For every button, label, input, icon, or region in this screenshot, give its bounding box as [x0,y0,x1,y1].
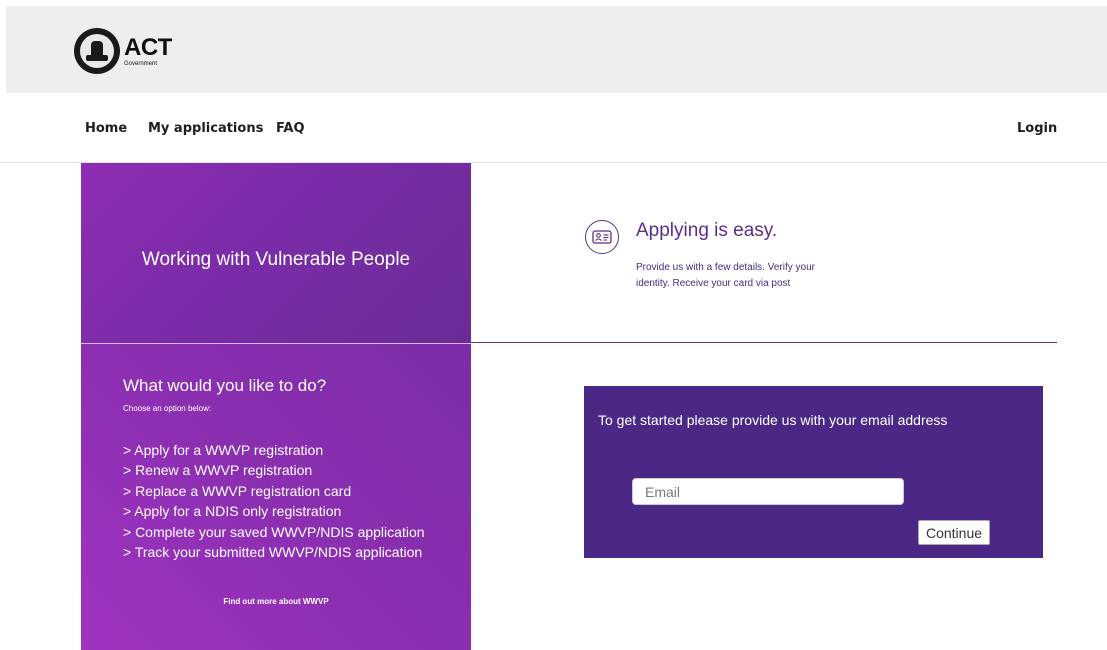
crest-icon [74,28,120,74]
intro-title: Applying is easy. [636,220,778,241]
option-apply-wwvp[interactable]: > Apply for a WWVP registration [123,440,425,460]
find-out-more-link[interactable]: Find out more about WWVP [81,597,471,606]
email-prompt: To get started please provide us with yo… [598,412,948,428]
email-field[interactable] [632,478,904,505]
hero-panel: Working with Vulnerable People [81,163,471,343]
options-list: > Apply for a WWVP registration > Renew … [123,440,425,562]
header-bar: ACT Government [6,6,1107,93]
options-panel: What would you like to do? Choose an opt… [81,344,471,650]
logo-title: ACT [124,33,172,61]
hero-title: Working with Vulnerable People [141,249,411,270]
email-form-panel: To get started please provide us with yo… [584,386,1043,558]
options-title: What would you like to do? [123,376,327,395]
options-subtitle: Choose an option below: [123,404,212,413]
nav-login[interactable]: Login [1017,121,1057,136]
nav-home[interactable]: Home [85,121,127,136]
continue-button[interactable]: Continue [918,520,990,545]
id-card-icon [585,220,619,254]
act-government-logo[interactable]: ACT Government [74,28,172,74]
nav-my-applications[interactable]: My applications [148,121,263,136]
logo-subtitle: Government [124,60,158,67]
intro-description: Provide us with a few details. Verify yo… [636,262,815,289]
section-divider [471,342,1057,343]
option-renew-wwvp[interactable]: > Renew a WWVP registration [123,460,425,480]
option-apply-ndis[interactable]: > Apply for a NDIS only registration [123,501,425,521]
option-complete-saved[interactable]: > Complete your saved WWVP/NDIS applicat… [123,522,425,542]
option-replace-card[interactable]: > Replace a WWVP registration card [123,481,425,501]
option-track-submitted[interactable]: > Track your submitted WWVP/NDIS applica… [123,542,425,562]
nav-faq[interactable]: FAQ [276,121,305,136]
main-nav: Home My applications FAQ Login [0,93,1107,163]
